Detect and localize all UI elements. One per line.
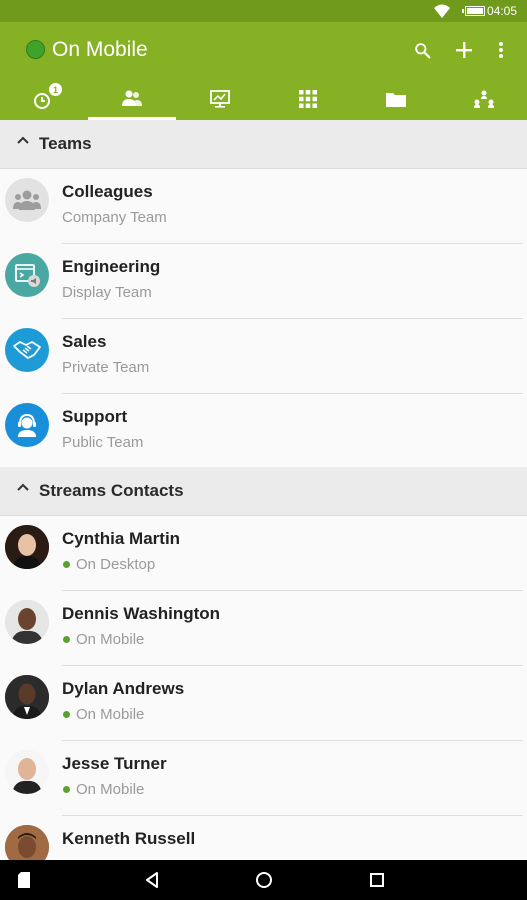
add-button[interactable]	[451, 36, 477, 64]
team-row-colleagues[interactable]: Colleagues Company Team	[0, 169, 527, 244]
contact-row[interactable]: Dylan Andrews On Mobile	[0, 666, 527, 741]
overflow-menu-icon	[499, 42, 503, 58]
team-avatar	[5, 328, 49, 372]
contact-row[interactable]: Jesse Turner On Mobile	[0, 741, 527, 816]
recents-button[interactable]	[365, 868, 389, 892]
chevron-up-icon	[17, 136, 29, 144]
person-avatar-icon	[5, 525, 49, 569]
contact-status: On Desktop	[76, 556, 156, 573]
apps-grid-icon	[299, 90, 317, 108]
add-icon	[456, 42, 472, 58]
contact-name: Dylan Andrews	[62, 679, 185, 698]
contact-row[interactable]: Dennis Washington On Mobile	[0, 591, 527, 666]
tab-contacts[interactable]	[88, 78, 176, 120]
overflow-menu-button[interactable]	[488, 36, 514, 64]
presentation-icon	[210, 90, 230, 108]
presence-dot	[63, 561, 70, 568]
presence-dot	[63, 711, 70, 718]
battery-icon	[462, 6, 485, 16]
back-button[interactable]	[140, 868, 164, 892]
team-name: Support	[62, 407, 128, 426]
contact-status: On Mobile	[76, 631, 145, 648]
search-button[interactable]	[409, 36, 435, 64]
tab-org[interactable]	[440, 78, 527, 120]
team-row-engineering[interactable]: Engineering Display Team	[0, 244, 527, 319]
contacts-icon	[122, 90, 142, 106]
status-bar: 04:05	[0, 0, 527, 22]
recents-icon	[370, 873, 384, 887]
team-avatar	[5, 178, 49, 222]
folder-icon	[386, 92, 406, 107]
contact-name: Jesse Turner	[62, 754, 167, 773]
contact-name: Dennis Washington	[62, 604, 221, 623]
org-chart-icon	[473, 90, 494, 108]
team-type: Display Team	[62, 284, 152, 301]
notification-badge: 1	[49, 83, 62, 96]
team-row-sales[interactable]: Sales Private Team	[0, 319, 527, 394]
team-name: Engineering	[62, 257, 161, 276]
presence-status-title[interactable]: On Mobile	[52, 38, 148, 62]
team-avatar	[5, 403, 49, 447]
presence-dot	[63, 786, 70, 793]
display-team-icon	[15, 264, 40, 287]
contact-row[interactable]: Cynthia Martin On Desktop	[0, 516, 527, 591]
system-navigation-bar	[0, 860, 527, 900]
avatar	[5, 750, 49, 794]
tab-recent[interactable]: 1	[0, 78, 88, 120]
clock: 04:05	[486, 4, 517, 18]
wifi-icon	[434, 4, 450, 18]
section-header-streams-contacts[interactable]: Streams Contacts	[0, 467, 527, 516]
avatar	[5, 525, 49, 569]
person-avatar-icon	[5, 750, 49, 794]
avatar	[5, 825, 49, 860]
team-type: Private Team	[62, 359, 150, 376]
team-row-support[interactable]: Support Public Team	[0, 394, 527, 469]
headset-icon	[18, 413, 36, 437]
app-bar: On Mobile 1	[0, 22, 527, 120]
contact-status: On Mobile	[76, 781, 145, 798]
team-type: Public Team	[62, 434, 144, 451]
home-icon	[256, 872, 272, 888]
notification-indicator	[12, 868, 36, 892]
avatar	[5, 675, 49, 719]
tab-presentation[interactable]	[176, 78, 264, 120]
presence-status-icon[interactable]	[26, 40, 45, 59]
presence-dot	[63, 636, 70, 643]
back-icon	[146, 872, 158, 888]
search-icon	[414, 42, 430, 58]
team-name: Sales	[62, 332, 107, 351]
chevron-up-icon	[17, 483, 29, 491]
avatar	[5, 600, 49, 644]
group-icon	[13, 190, 41, 210]
person-avatar-icon	[5, 600, 49, 644]
team-name: Colleagues	[62, 182, 153, 201]
contact-name: Kenneth Russell	[62, 829, 196, 848]
handshake-icon	[13, 341, 41, 359]
tab-files[interactable]	[352, 78, 440, 120]
section-title: Streams Contacts	[39, 481, 184, 500]
contact-row[interactable]: Kenneth Russell	[0, 816, 527, 860]
person-avatar-icon	[5, 675, 49, 719]
team-type: Company Team	[62, 209, 167, 226]
tab-apps[interactable]	[264, 78, 352, 120]
home-button[interactable]	[252, 868, 276, 892]
section-header-teams[interactable]: Teams	[0, 120, 527, 169]
person-avatar-icon	[5, 825, 49, 860]
sd-card-icon	[18, 872, 30, 888]
team-avatar	[5, 253, 49, 297]
section-title: Teams	[39, 134, 92, 153]
contact-status: On Mobile	[76, 706, 145, 723]
contact-name: Cynthia Martin	[62, 529, 181, 548]
